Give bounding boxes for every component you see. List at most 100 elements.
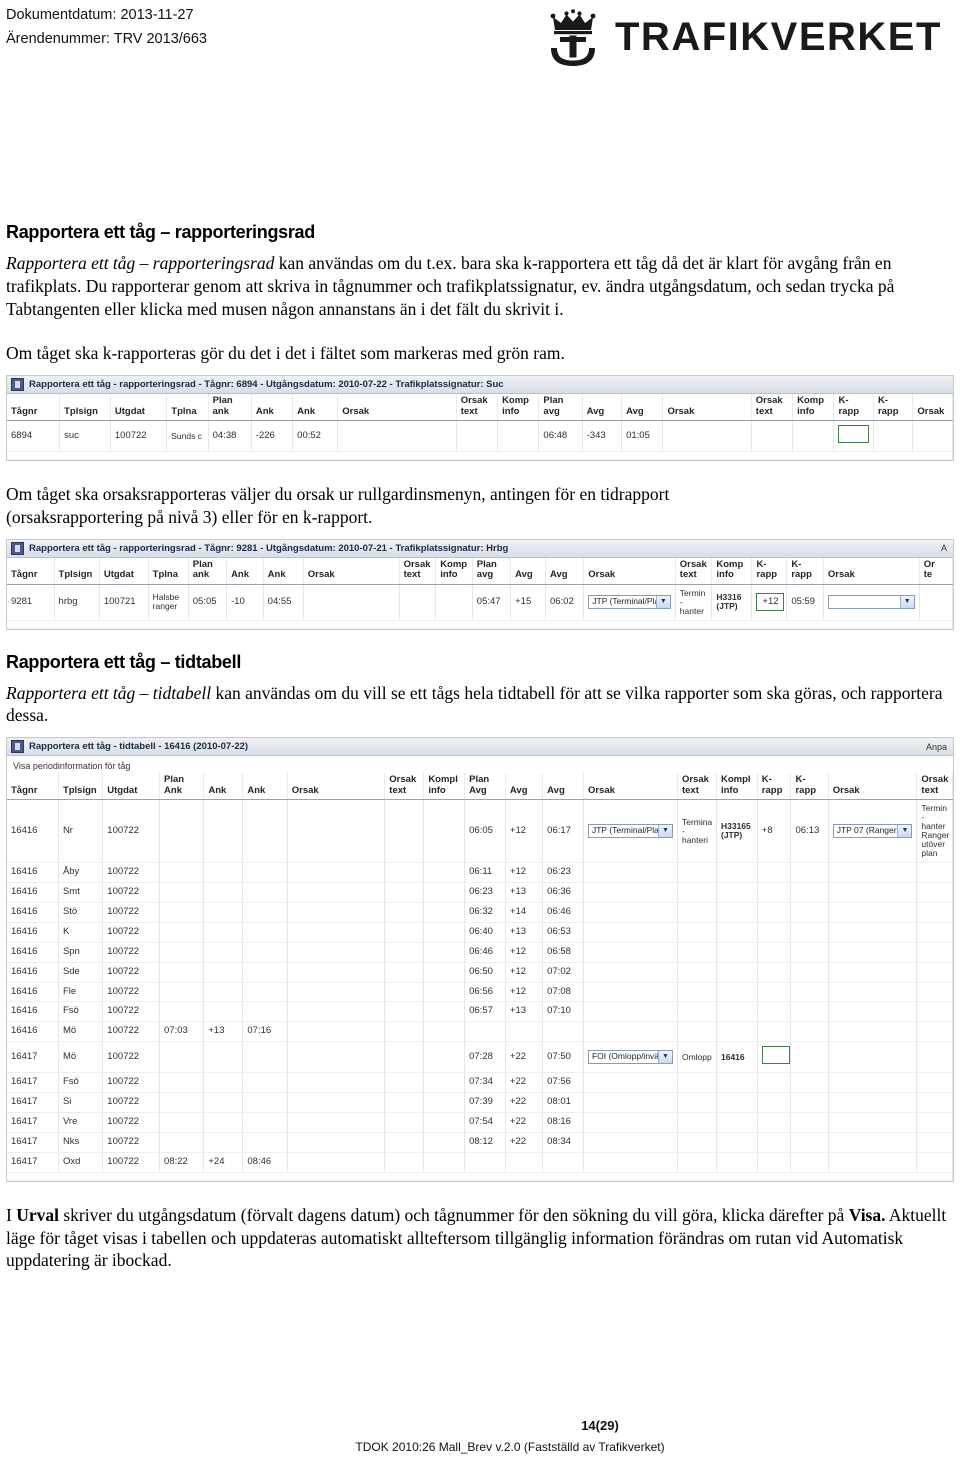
cell-orsak-ank[interactable] (287, 882, 386, 903)
cell-krapp-diff[interactable] (757, 1041, 792, 1074)
table-row[interactable]: 16416 Nr 100722 06:05 +12 06:17 JTP (Terminal/… (7, 799, 953, 863)
cell-orsak-krapp[interactable] (828, 1132, 918, 1153)
cell-orsak-krapp[interactable] (828, 942, 918, 963)
cell-tagnr[interactable]: 6894 (7, 420, 61, 453)
cell-krapp-diff[interactable] (757, 1001, 792, 1023)
orsak-krapp-dropdown[interactable]: JTP 07 (Ranger/v ▼ (832, 824, 913, 839)
table-row[interactable]: 16416 Sde 100722 06:50 +12 07:02 (7, 962, 953, 983)
krapp-green-input[interactable] (761, 1046, 790, 1065)
table-row[interactable]: 16416 Åby 100722 06:11 +12 06:23 (7, 862, 953, 883)
cell-orsak-ank[interactable] (287, 1092, 386, 1114)
cell-orsak-ank[interactable] (303, 584, 400, 621)
cell-orsak-krapp[interactable] (828, 1041, 918, 1074)
cell-orsak-ank[interactable] (287, 799, 386, 863)
cell-orsak-avg[interactable] (583, 1132, 678, 1153)
cell-orsak-avg[interactable] (583, 922, 678, 943)
cell-orsak-krapp[interactable] (828, 882, 918, 903)
table-row[interactable]: 16417 Mö 100722 07:28 +22 07:50 FOI (Omlopp/in… (7, 1041, 953, 1074)
table-row[interactable]: 16417 Oxd 100722 08:22 +24 08:46 (7, 1152, 953, 1173)
cell-orsak-krapp[interactable] (828, 1072, 918, 1094)
cell-orsak-avg[interactable] (583, 1021, 678, 1043)
table-row[interactable]: 16417 Vre 100722 07:54 +22 08:16 (7, 1112, 953, 1133)
cell-krapp-time[interactable] (790, 1092, 829, 1114)
cell-krapp-diff[interactable] (833, 420, 874, 453)
cell-orsak-ank[interactable] (287, 942, 386, 963)
cell-orsak-ank[interactable] (287, 982, 386, 1003)
cell-krapp-time[interactable] (790, 942, 829, 963)
cell-orsak-krapp[interactable] (828, 962, 918, 983)
cell-orsak-krapp[interactable]: ▼ (823, 584, 920, 621)
table-row[interactable]: 16416 Spn 100722 06:46 +12 06:58 (7, 942, 953, 963)
cell-orsak-ank[interactable] (287, 902, 386, 923)
cell-tagnr[interactable]: 9281 (7, 584, 55, 621)
cell-orsak-avg[interactable] (583, 882, 678, 903)
cell-krapp-diff[interactable] (757, 862, 792, 883)
cell-krapp-diff[interactable]: +12 (751, 584, 788, 621)
cell-orsak-krapp[interactable] (828, 862, 918, 883)
cell-orsak-ank[interactable] (287, 1021, 386, 1043)
cell-utgdat[interactable]: 100721 (99, 584, 149, 621)
cell-orsak-avg[interactable]: JTP (Terminal/Pla ▼ (583, 584, 676, 621)
cell-orsak-avg[interactable] (583, 942, 678, 963)
cell-orsak-ank[interactable] (287, 1072, 386, 1094)
cell-orsak-ank[interactable] (287, 922, 386, 943)
cell-orsak-avg[interactable]: JTP (Terminal/Pla ▼ (583, 799, 678, 863)
table-row[interactable]: 16417 Fsö 100722 07:34 +22 07:56 (7, 1072, 953, 1094)
cell-krapp-diff[interactable] (757, 962, 792, 983)
cell-krapp-time[interactable]: 06:13 (790, 799, 829, 863)
cell-krapp-diff[interactable] (757, 1021, 792, 1043)
cell-orsak-krapp[interactable] (828, 1152, 918, 1173)
orsak-avg-dropdown[interactable]: FOI (Omlopp/invä ▼ (587, 1050, 673, 1065)
cell-krapp-time[interactable] (790, 902, 829, 923)
cell-krapp-diff[interactable] (757, 882, 792, 903)
chevron-down-icon[interactable]: ▼ (655, 596, 670, 609)
cell-krapp-time[interactable] (790, 982, 829, 1003)
cell-tplsign[interactable]: hrbg (54, 584, 100, 621)
cell-orsak-avg[interactable]: FOI (Omlopp/invä ▼ (583, 1041, 678, 1074)
cell-krapp-time[interactable] (790, 962, 829, 983)
table-row[interactable]: 16416 Mö 100722 07:03 +13 07:16 (7, 1021, 953, 1043)
krapp-green-input[interactable]: +12 (756, 593, 785, 612)
cell-krapp-diff[interactable] (757, 982, 792, 1003)
orsak-avg-dropdown[interactable]: JTP (Terminal/Pla ▼ (587, 824, 673, 839)
cell-orsak-avg[interactable] (583, 862, 678, 883)
cell-krapp-time[interactable] (790, 1041, 829, 1074)
chevron-down-icon[interactable]: ▼ (657, 1051, 672, 1064)
cell-orsak-krapp[interactable] (828, 922, 918, 943)
cell-krapp-diff[interactable] (757, 922, 792, 943)
cell-krapp-diff[interactable] (757, 1132, 792, 1153)
cell-krapp-diff[interactable] (757, 1112, 792, 1133)
cell-orsak-krapp[interactable] (912, 420, 953, 453)
app-screenshot-rapporteringsrad-9281[interactable]: Rapportera ett tåg - rapporteringsrad - … (6, 538, 954, 630)
table-row[interactable]: 16417 Si 100722 07:39 +22 08:01 (7, 1092, 953, 1114)
app-screenshot-tidtabell-16416[interactable]: Rapportera ett tåg - tidtabell - 16416 (… (6, 737, 954, 1182)
cell-orsak-ank[interactable] (287, 862, 386, 883)
cell-orsak-ank[interactable] (287, 962, 386, 983)
cell-krapp-time[interactable] (790, 1112, 829, 1133)
cell-orsak-avg[interactable] (583, 1152, 678, 1173)
table-row[interactable]: 16416 Fle 100722 06:56 +12 07:08 (7, 982, 953, 1003)
cell-orsak-avg[interactable] (583, 1001, 678, 1023)
table-row[interactable]: 16416 K 100722 06:40 +13 06:53 (7, 922, 953, 943)
cell-tplsign[interactable]: suc (59, 420, 111, 453)
cell-krapp-time[interactable]: 05:59 (786, 584, 824, 621)
cell-orsak-ank[interactable] (287, 1001, 386, 1023)
cell-krapp-time[interactable] (790, 862, 829, 883)
table-row[interactable]: 16416 Smt 100722 06:23 +13 06:36 (7, 882, 953, 903)
krapp-green-input[interactable] (838, 425, 869, 444)
cell-orsak-avg[interactable] (583, 902, 678, 923)
cell-orsak-avg[interactable] (583, 1112, 678, 1133)
chevron-down-icon[interactable]: ▼ (899, 596, 914, 609)
cell-orsak-avg[interactable] (583, 962, 678, 983)
cell-utgdat[interactable]: 100722 (110, 420, 168, 453)
cell-krapp-diff[interactable] (757, 1152, 792, 1173)
cell-krapp-diff[interactable] (757, 1092, 792, 1114)
cell-krapp-time[interactable] (790, 922, 829, 943)
cell-orsak-ank[interactable] (287, 1041, 386, 1074)
cell-orsak-krapp[interactable] (828, 982, 918, 1003)
cell-orsak-krapp[interactable]: JTP 07 (Ranger/v ▼ (828, 799, 918, 863)
cell-krapp-time[interactable] (873, 420, 914, 453)
app-screenshot-rapporteringsrad-6894[interactable]: Rapportera ett tåg - rapporteringsrad - … (6, 375, 954, 462)
cell-krapp-time[interactable] (790, 882, 829, 903)
cell-orsak-avg[interactable] (583, 1092, 678, 1114)
